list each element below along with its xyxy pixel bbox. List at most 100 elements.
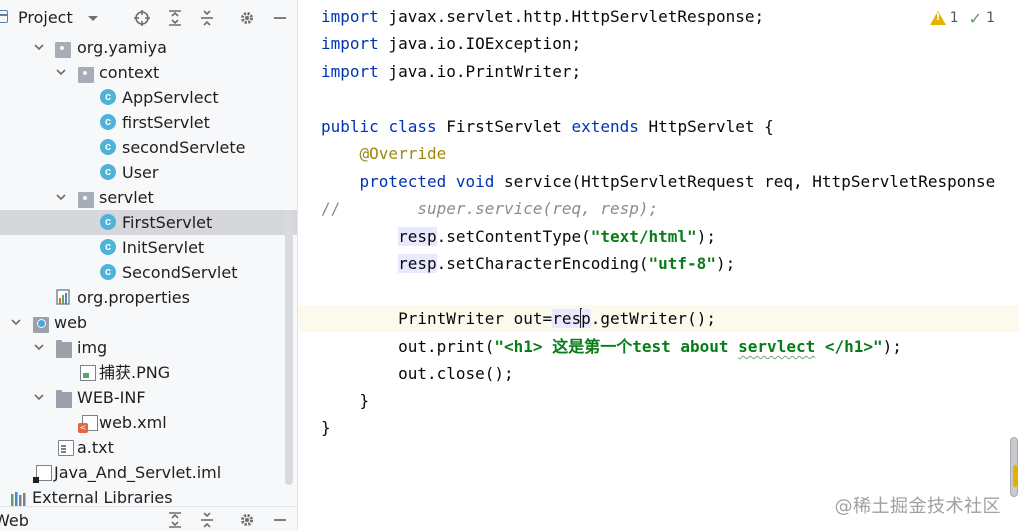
code-line-5: public class FirstServlet extends HttpSe… (298, 113, 1019, 140)
tree-item-label: External Libraries (32, 488, 173, 507)
library-icon (11, 492, 26, 506)
class-icon: c (100, 114, 116, 130)
code-text: .setCharacterEncoding( (436, 254, 649, 273)
xml-file-icon (78, 415, 98, 433)
gear-icon[interactable] (237, 8, 257, 28)
tree-item-label: web.xml (99, 413, 167, 432)
chevron-down-icon[interactable] (33, 41, 45, 53)
code-text: ); (715, 254, 736, 273)
chevron-down-icon[interactable] (33, 341, 45, 353)
web-tool-window-title[interactable]: Web (0, 511, 29, 530)
variable-highlight: resp (398, 227, 437, 246)
tree-item-image-png[interactable]: 捕获.PNG (0, 360, 297, 385)
package-folder-icon (78, 67, 94, 83)
keyword: extends (571, 117, 639, 136)
tree-item-label: FirstServlet (122, 213, 213, 232)
keyword: import (321, 7, 379, 26)
hide-icon[interactable] (270, 510, 290, 530)
tree-item-appservlect[interactable]: c AppServlect (0, 85, 297, 110)
tree-item-initservlet[interactable]: c InitServlet (0, 235, 297, 260)
gear-icon[interactable] (237, 510, 257, 530)
annotation: @Override (359, 144, 447, 163)
code-text: .setContentType( (436, 227, 591, 246)
code-line-9: resp.setContentType("text/html"); (298, 223, 1019, 250)
web-folder-icon (33, 317, 49, 333)
class-icon: c (100, 264, 116, 280)
tree-item-label: SecondServlet (122, 263, 238, 282)
code-text: out.print( (321, 337, 495, 356)
tree-item-web[interactable]: web (0, 310, 297, 335)
code-text: java.io.PrintWriter; (378, 62, 582, 81)
expand-all-icon[interactable] (165, 510, 185, 530)
code-text: java.io.IOException; (378, 34, 582, 53)
collapse-all-icon[interactable] (197, 8, 217, 28)
code-text: .getWriter(); (590, 309, 716, 328)
tree-item-label: firstServlet (122, 113, 210, 132)
web-tool-window-header: Web (0, 506, 297, 531)
code-line-6: @Override (298, 140, 1019, 167)
code-line-16: } (298, 414, 1019, 441)
warning-stripe-marker[interactable] (1013, 465, 1017, 487)
tree-item-label: a.txt (77, 438, 114, 457)
tree-item-img[interactable]: img (0, 335, 297, 360)
code-line-3: import java.io.PrintWriter; (298, 58, 1019, 85)
typo-highlight: servlect (738, 337, 816, 356)
chevron-down-icon[interactable] (83, 8, 103, 28)
code-text: service(HttpServletRequest req, HttpServ… (494, 172, 996, 191)
tree-item-context[interactable]: context (0, 60, 297, 85)
tree-item-iml[interactable]: Java_And_Servlet.iml (0, 460, 297, 485)
class-icon: c (100, 164, 116, 180)
expand-all-icon[interactable] (165, 8, 185, 28)
project-toolbar: Project (0, 0, 297, 35)
chevron-down-icon[interactable] (55, 66, 67, 78)
chevron-down-icon[interactable] (55, 191, 67, 203)
tree-item-org-yamiya[interactable]: org.yamiya (0, 35, 297, 60)
code-line-1: import javax.servlet.http.HttpServletRes… (298, 3, 1019, 30)
tree-item-org-properties[interactable]: org.properties (0, 285, 297, 310)
tree-item-servlet[interactable]: servlet (0, 185, 297, 210)
code-line-8: // super.service(req, resp); (298, 195, 1019, 222)
image-file-icon (80, 365, 96, 381)
tree-item-web-xml[interactable]: web.xml (0, 410, 297, 435)
tree-item-label: web (54, 313, 88, 332)
tree-item-secondservlet[interactable]: c SecondServlet (0, 260, 297, 285)
folder-icon (56, 390, 72, 408)
tree-item-firstservlet-selected[interactable]: c FirstServlet (0, 210, 297, 235)
code-editor[interactable]: 1 ✓ 1 import javax.servlet.http.HttpServ… (298, 0, 1019, 531)
project-view-selector[interactable]: Project (18, 8, 73, 28)
code-text: PrintWriter out= (321, 309, 553, 328)
tree-item-label: org.yamiya (77, 38, 167, 57)
tree-item-label: secondServlete (122, 138, 246, 157)
tree-item-label: AppServlect (122, 88, 219, 107)
keyword: import (321, 34, 379, 53)
tree-item-web-inf[interactable]: WEB-INF (0, 385, 297, 410)
code-text: ); (882, 337, 902, 356)
tree-item-firstservlet[interactable]: c firstServlet (0, 110, 297, 135)
class-icon: c (100, 239, 116, 255)
code-text: } (321, 418, 331, 437)
chevron-down-icon[interactable] (10, 316, 22, 328)
variable-highlight: res (552, 309, 582, 328)
locate-icon[interactable] (132, 8, 152, 28)
tree-item-secondservlete[interactable]: c secondServlete (0, 135, 297, 160)
string-literal: "<h1> 这是第一个test about (494, 337, 739, 356)
code-text: FirstServlet (436, 117, 572, 136)
code-text: ); (696, 227, 716, 246)
comment-marker: // (321, 199, 341, 218)
properties-file-icon (56, 289, 70, 305)
hide-icon[interactable] (270, 8, 290, 28)
tree-item-user[interactable]: c User (0, 160, 297, 185)
chevron-down-icon[interactable] (33, 391, 45, 403)
project-scrollbar[interactable] (285, 210, 293, 485)
tree-item-a-txt[interactable]: a.txt (0, 435, 297, 460)
class-icon: c (100, 89, 116, 105)
keyword: public (321, 117, 379, 136)
watermark: @稀土掘金技术社区 (834, 496, 1001, 517)
tree-item-label: Java_And_Servlet.iml (54, 463, 222, 482)
string-literal: "utf-8" (648, 254, 716, 273)
code-line-15: } (298, 387, 1019, 414)
collapse-all-icon[interactable] (197, 510, 217, 530)
